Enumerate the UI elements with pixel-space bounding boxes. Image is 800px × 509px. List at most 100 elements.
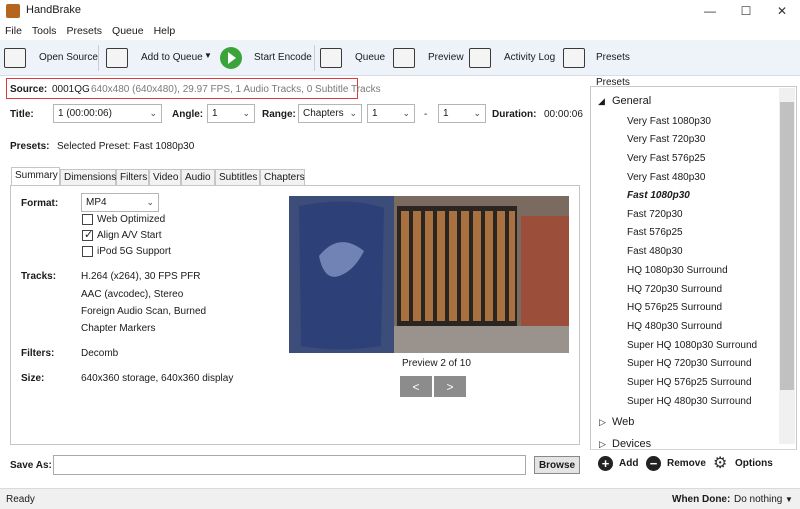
- film-icon: [4, 48, 26, 68]
- title-select-value: 1 (00:00:06): [58, 108, 112, 119]
- tab-summary[interactable]: Summary: [11, 167, 60, 185]
- maximize-button[interactable]: ☐: [728, 0, 764, 22]
- tab-video[interactable]: Video: [149, 169, 181, 185]
- close-button[interactable]: ✕: [764, 0, 800, 22]
- add-icon: +: [598, 456, 613, 471]
- preview-icon: [393, 48, 415, 68]
- when-done-select[interactable]: Do nothing: [734, 494, 782, 505]
- preset-item-selected[interactable]: Fast 1080p30: [627, 190, 690, 201]
- tab-subtitles[interactable]: Subtitles: [215, 169, 260, 185]
- chevron-down-icon[interactable]: ▼: [785, 495, 793, 504]
- options-button[interactable]: Options: [735, 458, 773, 469]
- when-done-label: When Done:: [672, 494, 731, 505]
- size-label: Size:: [21, 373, 45, 384]
- menu-tools[interactable]: Tools: [27, 22, 62, 40]
- preview-button[interactable]: Preview: [428, 52, 464, 63]
- chevron-down-icon: ⌄: [146, 197, 154, 207]
- toolbar-separator: [314, 45, 315, 71]
- next-preview-button[interactable]: >: [434, 376, 466, 397]
- duration-label: Duration:: [492, 109, 537, 120]
- remove-icon: −: [646, 456, 661, 471]
- selected-preset-text: Selected Preset: Fast 1080p30: [57, 141, 195, 152]
- duration-value: 00:00:06: [544, 109, 583, 120]
- toolbar-separator: [98, 45, 99, 71]
- track-item: Chapter Markers: [81, 323, 156, 334]
- chevron-down-icon: ⌄: [402, 108, 410, 118]
- window-title: HandBrake: [26, 4, 82, 16]
- track-item: Foreign Audio Scan, Burned: [81, 306, 207, 317]
- preset-item[interactable]: HQ 480p30 Surround: [627, 321, 722, 332]
- range-label: Range:: [262, 109, 296, 120]
- start-encode-play-icon[interactable]: [220, 47, 242, 69]
- preset-group-web[interactable]: Web: [612, 416, 634, 428]
- add-preset-button[interactable]: Add: [619, 458, 638, 469]
- preset-item[interactable]: Very Fast 480p30: [627, 172, 705, 183]
- title-select[interactable]: 1 (00:00:06) ⌄: [53, 104, 162, 123]
- status-bar: Ready When Done: Do nothing ▼: [0, 488, 800, 509]
- range-start-select[interactable]: 1 ⌄: [367, 104, 415, 123]
- source-info: 640x480 (640x480), 29.97 FPS, 1 Audio Tr…: [91, 84, 381, 95]
- preset-item[interactable]: Fast 480p30: [627, 246, 683, 257]
- range-type-select[interactable]: Chapters ⌄: [298, 104, 362, 123]
- preset-item[interactable]: Very Fast 1080p30: [627, 116, 711, 127]
- ipod-checkbox[interactable]: [82, 246, 93, 257]
- format-select[interactable]: MP4 ⌄: [81, 193, 159, 212]
- presets-scrollbar-thumb[interactable]: [780, 102, 794, 390]
- preset-item[interactable]: Super HQ 576p25 Surround: [627, 377, 752, 388]
- presets-toolbar-button[interactable]: Presets: [596, 52, 630, 63]
- web-optimized-checkbox[interactable]: [82, 214, 93, 225]
- activity-log-button[interactable]: Activity Log: [504, 52, 555, 63]
- presets-label: Presets:: [10, 141, 50, 152]
- browse-button[interactable]: Browse: [534, 456, 580, 474]
- preview-frame-graphic: [289, 196, 569, 353]
- preset-item[interactable]: Very Fast 720p30: [627, 134, 705, 145]
- chevron-down-icon: ⌄: [349, 108, 357, 118]
- preset-item[interactable]: Super HQ 1080p30 Surround: [627, 340, 757, 351]
- preset-group-general[interactable]: General: [612, 95, 651, 107]
- toolbar: Open Source Add to Queue ▼ Start Encode …: [0, 40, 800, 76]
- range-end-select[interactable]: 1 ⌄: [438, 104, 486, 123]
- chevron-right-icon[interactable]: ▷: [599, 417, 606, 428]
- preset-item[interactable]: Super HQ 480p30 Surround: [627, 396, 752, 407]
- preset-item[interactable]: HQ 1080p30 Surround: [627, 265, 728, 276]
- chevron-down-icon[interactable]: ◢: [598, 96, 605, 107]
- gear-icon: ⚙: [713, 455, 728, 472]
- format-select-value: MP4: [86, 197, 107, 208]
- activity-log-icon: [469, 48, 491, 68]
- queue-button[interactable]: Queue: [355, 52, 385, 63]
- chevron-down-icon[interactable]: ▼: [204, 51, 212, 60]
- preset-item[interactable]: Super HQ 720p30 Surround: [627, 358, 752, 369]
- menu-bar: File Tools Presets Queue Help: [0, 22, 800, 40]
- menu-file[interactable]: File: [0, 22, 27, 40]
- tracks-label: Tracks:: [21, 271, 57, 282]
- add-to-queue-label: Add to Queue: [141, 52, 203, 63]
- previous-preview-button[interactable]: <: [400, 376, 432, 397]
- range-start-value: 1: [372, 108, 378, 119]
- menu-queue[interactable]: Queue: [107, 22, 149, 40]
- preset-item[interactable]: Fast 720p30: [627, 209, 683, 220]
- minimize-button[interactable]: —: [692, 0, 728, 22]
- save-as-input[interactable]: [53, 455, 526, 475]
- preset-item[interactable]: Very Fast 576p25: [627, 153, 705, 164]
- preset-item[interactable]: Fast 576p25: [627, 227, 683, 238]
- menu-help[interactable]: Help: [149, 22, 181, 40]
- angle-label: Angle:: [172, 109, 204, 120]
- menu-presets[interactable]: Presets: [61, 22, 107, 40]
- save-as-label: Save As:: [10, 460, 52, 471]
- range-type-value: Chapters: [303, 108, 344, 119]
- tab-audio[interactable]: Audio: [181, 169, 215, 185]
- preset-item[interactable]: HQ 576p25 Surround: [627, 302, 722, 313]
- track-item: AAC (avcodec), Stereo: [81, 289, 184, 300]
- preset-item[interactable]: HQ 720p30 Surround: [627, 284, 722, 295]
- align-av-checkbox[interactable]: [82, 228, 93, 241]
- format-label: Format:: [21, 198, 59, 209]
- tab-chapters[interactable]: Chapters: [260, 169, 305, 185]
- ipod-label: iPod 5G Support: [97, 246, 171, 257]
- start-encode-button[interactable]: Start Encode: [254, 52, 312, 63]
- tab-dimensions[interactable]: Dimensions: [60, 169, 116, 185]
- angle-select-value: 1: [212, 108, 218, 119]
- tab-filters[interactable]: Filters: [116, 169, 149, 185]
- presets-icon: [563, 48, 585, 68]
- angle-select[interactable]: 1 ⌄: [207, 104, 255, 123]
- remove-preset-button[interactable]: Remove: [667, 458, 706, 469]
